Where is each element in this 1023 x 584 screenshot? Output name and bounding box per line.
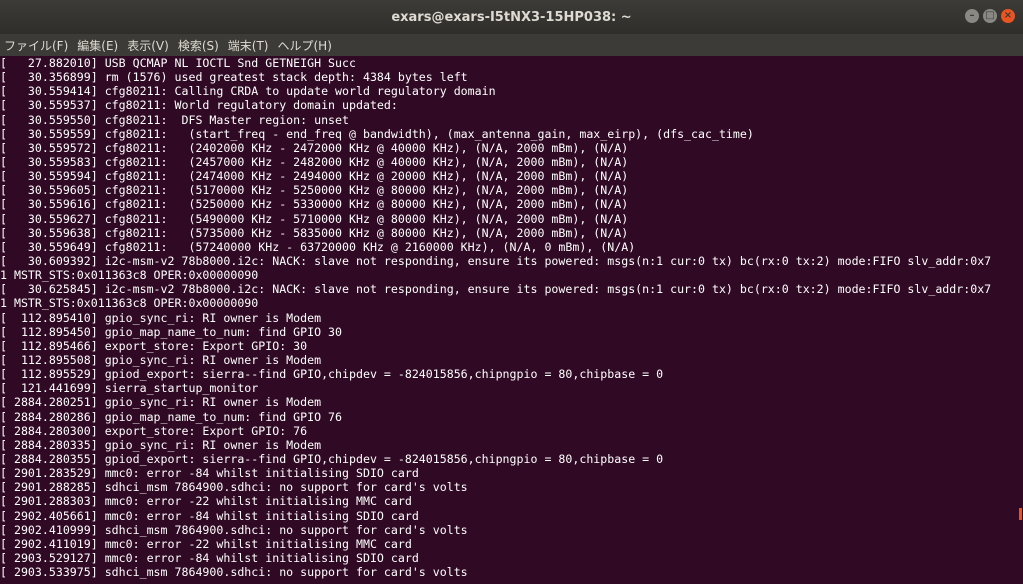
terminal-line: [ 121.441699] sierra_startup_monitor (0, 381, 259, 396)
terminal-line: [ 2901.283529] mmc0: error -84 whilst in… (0, 466, 419, 481)
menu-help[interactable]: ヘルプ(H) (274, 37, 337, 54)
terminal-line: [ 112.895466] export_store: Export GPIO:… (0, 338, 308, 353)
terminal-line: [ 30.559559] cfg80211: (start_freq - end… (0, 126, 754, 141)
maximize-icon[interactable]: □ (983, 9, 997, 23)
terminal-scrollbar[interactable] (1013, 56, 1023, 584)
terminal-line: 1 MSTR_STS:0x011363c8 OPER:0x00000090 (0, 296, 259, 311)
terminal-line: [ 30.356899] rm (1576) used greatest sta… (0, 70, 468, 85)
window-title: exars@exars-I5tNX3-15HP038: ~ (391, 9, 632, 25)
terminal-line: [ 2884.280355] gpiod_export: sierra--fin… (0, 451, 664, 466)
terminal-line: [ 30.559583] cfg80211: (2457000 KHz - 24… (0, 154, 629, 169)
menu-terminal[interactable]: 端末(T) (224, 37, 274, 54)
menu-bar: ファイル(F) 編集(E) 表示(V) 検索(S) 端末(T) ヘルプ(H) (0, 34, 1023, 56)
terminal-output[interactable]: [ 27.882010] USB QCMAP NL IOCTL Snd GETN… (0, 56, 1013, 584)
close-icon[interactable]: × (1001, 9, 1015, 23)
terminal-line: [ 30.559616] cfg80211: (5250000 KHz - 53… (0, 197, 629, 212)
terminal-line: [ 30.559638] cfg80211: (5735000 KHz - 58… (0, 225, 629, 240)
terminal-line: [ 2901.288285] sdhci_msm 7864900.sdhci: … (0, 480, 468, 495)
terminal-line: [ 2884.280286] gpio_map_name_to_num: fin… (0, 409, 343, 424)
terminal-line: [ 2903.533975] sdhci_msm 7864900.sdhci: … (0, 565, 468, 580)
terminal-line: [ 2902.410999] sdhci_msm 7864900.sdhci: … (0, 522, 468, 537)
terminal-line: [ 2902.411019] mmc0: error -22 whilst in… (0, 536, 412, 551)
window-titlebar: exars@exars-I5tNX3-15HP038: ~ – □ × (0, 0, 1023, 34)
terminal-line: [ 2902.405661] mmc0: error -84 whilst in… (0, 508, 419, 523)
terminal-line: [ 30.559572] cfg80211: (2402000 KHz - 24… (0, 140, 629, 155)
terminal-line: [ 2884.280251] gpio_sync_ri: RI owner is… (0, 395, 322, 410)
menu-search[interactable]: 検索(S) (174, 37, 224, 54)
terminal-line: [ 2903.529127] mmc0: error -84 whilst in… (0, 550, 419, 565)
window-controls: – □ × (965, 9, 1015, 23)
terminal-line: [ 112.895508] gpio_sync_ri: RI owner is … (0, 352, 322, 367)
terminal-line: [ 30.559605] cfg80211: (5170000 KHz - 52… (0, 183, 629, 198)
terminal-line: [ 112.895410] gpio_sync_ri: RI owner is … (0, 310, 322, 325)
terminal-line: [ 30.559627] cfg80211: (5490000 KHz - 57… (0, 211, 629, 226)
terminal-line: [ 112.895450] gpio_map_name_to_num: find… (0, 324, 343, 339)
menu-view[interactable]: 表示(V) (123, 37, 174, 54)
terminal-line: [ 2901.288303] mmc0: error -22 whilst in… (0, 494, 412, 509)
terminal-line: [ 27.882010] USB QCMAP NL IOCTL Snd GETN… (0, 56, 356, 70)
terminal-line: [ 30.559649] cfg80211: (57240000 KHz - 6… (0, 239, 636, 254)
terminal-line: [ 30.609392] i2c-msm-v2 78b8000.i2c: NAC… (0, 253, 992, 268)
menu-file[interactable]: ファイル(F) (0, 37, 73, 54)
terminal-line: [ 30.559550] cfg80211: DFS Master region… (0, 112, 350, 127)
minimize-icon[interactable]: – (965, 9, 979, 23)
terminal-line: [ 30.559594] cfg80211: (2474000 KHz - 24… (0, 169, 629, 184)
scrollbar-thumb[interactable] (1019, 508, 1022, 520)
terminal-line: [ 2884.280300] export_store: Export GPIO… (0, 423, 308, 438)
terminal-line: [ 30.559414] cfg80211: Calling CRDA to u… (0, 84, 496, 99)
terminal-line: [ 30.559537] cfg80211: World regulatory … (0, 98, 398, 113)
terminal-line: [ 2884.280335] gpio_sync_ri: RI owner is… (0, 437, 322, 452)
terminal-line: 1 MSTR_STS:0x011363c8 OPER:0x00000090 (0, 268, 259, 283)
menu-edit[interactable]: 編集(E) (73, 37, 123, 54)
terminal-line: [ 112.895529] gpiod_export: sierra--find… (0, 367, 664, 382)
terminal-line: [ 30.625845] i2c-msm-v2 78b8000.i2c: NAC… (0, 282, 992, 297)
